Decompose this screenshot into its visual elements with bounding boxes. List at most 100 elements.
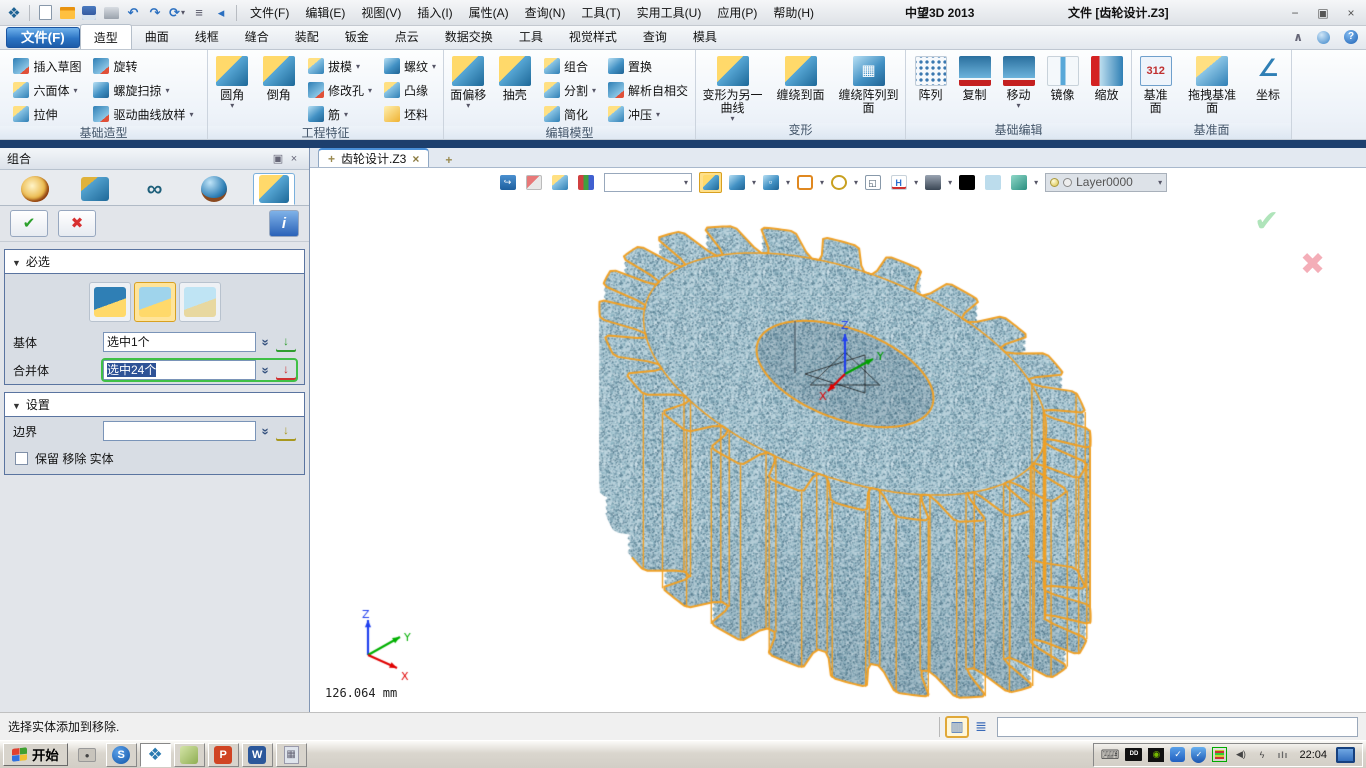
menu-inquire[interactable]: 查询(N) [517,1,574,24]
dropdown-arrow-icon[interactable]: ▾ [820,178,824,187]
ribbon-item-wrap-to-face[interactable]: 缠绕到面 [768,54,834,102]
dropdown-arrow-icon[interactable]: ▾ [230,102,234,110]
ribbon-item-thread[interactable]: 螺纹▾ [382,54,438,78]
ribbon-item-wrap-array[interactable]: ▦缠绕阵列到面 [836,54,902,115]
nvidia-icon[interactable]: ◉ [1148,748,1164,762]
menu-file[interactable]: 文件(F) [242,1,297,24]
ribbon-item-insert-sketch[interactable]: 插入草图 [11,54,83,78]
ribbon-item-flange[interactable]: 凸缘 [382,78,438,102]
dropdown-arrow-icon[interactable]: ▾ [356,62,360,71]
close-icon[interactable]: × [1342,6,1360,20]
ok-button[interactable]: ✔ [10,210,48,237]
panel-close-icon[interactable]: × [286,153,302,165]
ribbon-item-replace[interactable]: 置换 [606,54,690,78]
new-file-icon[interactable] [35,4,55,22]
base-field[interactable]: 选中1个 [103,332,256,352]
measure-width-icon[interactable]: H [887,172,910,193]
style-icon[interactable] [1317,31,1330,44]
calculator-button[interactable]: ▦ [276,743,307,767]
command-input[interactable] [997,717,1358,737]
open-file-icon[interactable] [57,4,77,22]
required-section-header[interactable]: ▼必选 [5,250,304,274]
settings-section-header[interactable]: ▼设置 [5,393,304,417]
ribbon-item-shell[interactable]: 抽壳 [492,54,536,102]
tab-visual-style[interactable]: 视觉样式 [556,24,630,49]
model-canvas[interactable] [310,168,1366,712]
panel-tab-render[interactable] [193,173,235,205]
tab-data-exchange[interactable]: 数据交换 [432,24,506,49]
start-button[interactable]: 开始 [3,743,68,766]
regen-icon[interactable] [548,172,571,193]
ribbon-item-pattern[interactable]: 阵列 [910,54,952,102]
expand-chevron-icon[interactable]: » [259,424,274,438]
dropdown-arrow-icon[interactable]: ▾ [948,178,952,187]
menu-view[interactable]: 视图(V) [353,1,409,24]
ribbon-item-punch[interactable]: 冲压▾ [606,102,690,126]
dropdown-arrow-icon[interactable]: ▾ [368,86,372,95]
zw3d-button[interactable]: ❖ [140,743,171,767]
merge-field[interactable]: 选中24个 [103,360,256,380]
dropdown-arrow-icon[interactable]: ▾ [592,86,596,95]
panel-tab-feature[interactable] [74,173,116,205]
dropdown-arrow-icon[interactable]: ▾ [730,115,734,123]
network-icon[interactable]: ılı [1275,747,1290,763]
tab-sheet-metal[interactable]: 钣金 [332,24,382,49]
dropdown-arrow-icon[interactable]: ▾ [854,178,858,187]
ribbon-item-csys[interactable]: ∠坐标 [1247,54,1289,102]
command-log-icon[interactable]: ≣ [969,716,993,738]
ribbon-item-draft[interactable]: 拔模▾ [306,54,374,78]
toolbar-options-icon[interactable]: ≡ [189,4,209,22]
collapse-ribbon-icon[interactable]: ∧ [1293,30,1303,44]
menu-tools[interactable]: 工具(T) [573,1,628,24]
print-icon[interactable] [101,4,121,22]
word-button[interactable]: W [242,743,273,767]
ribbon-item-rib[interactable]: 筋▾ [306,102,374,126]
ribbon-item-extrude[interactable]: 拉伸 [11,102,83,126]
floating-cancel-icon[interactable]: ✖ [1300,247,1325,282]
undo-icon[interactable]: ↶ [123,4,143,22]
monitor-icon[interactable] [921,172,944,193]
ribbon-item-box[interactable]: 六面体▾ [11,78,83,102]
color-filter-icon[interactable] [574,172,597,193]
dropdown-arrow-icon[interactable]: ▾ [656,110,660,119]
ribbon-item-simplify[interactable]: 简化 [542,102,598,126]
ribbon-item-move[interactable]: 移动▾ [998,54,1040,110]
save-file-icon[interactable] [79,4,99,22]
tab-mold[interactable]: 模具 [680,24,730,49]
menu-applications[interactable]: 应用(P) [709,1,765,24]
ribbon-item-divide[interactable]: 分割▾ [542,78,598,102]
panel-tab-solid[interactable] [253,173,295,205]
dropdown-arrow-icon[interactable]: ▾ [786,178,790,187]
volume-icon[interactable]: ◀) [1233,747,1248,763]
boundary-field[interactable] [103,421,256,441]
dropdown-arrow-icon[interactable]: ▾ [1016,102,1020,110]
menu-insert[interactable]: 插入(I) [409,1,460,24]
capture-button[interactable]: ● [72,743,103,767]
cancel-button[interactable]: ✖ [58,210,96,237]
dropdown-arrow-icon[interactable]: ▾ [166,86,170,95]
restore-icon[interactable]: ▣ [1314,6,1332,20]
intersect-mode-button[interactable] [179,282,221,322]
ribbon-item-datum-plane[interactable]: 312基准面 [1134,54,1177,115]
view-combo[interactable]: ▾ [604,173,692,192]
panel-tab-visualize[interactable]: ∞ [134,173,176,205]
tab-point-cloud[interactable]: 点云 [382,24,432,49]
browser-button[interactable]: S [106,743,137,767]
dropdown-arrow-icon[interactable]: ▾ [914,178,918,187]
ribbon-item-stock[interactable]: 坯料 [382,102,438,126]
tab-surface[interactable]: 曲面 [132,24,182,49]
document-tab[interactable]: + 齿轮设计.Z3 × [318,148,429,167]
minimize-icon[interactable]: − [1286,6,1304,20]
base-pick-arrow-icon[interactable]: ↓ [276,332,296,352]
tab-wireframe[interactable]: 线框 [182,24,232,49]
menu-edit[interactable]: 编辑(E) [297,1,353,24]
tab-assembly[interactable]: 装配 [282,24,332,49]
tab-sew[interactable]: 缝合 [232,24,282,49]
shaded-display-icon[interactable] [725,172,748,193]
ribbon-item-scale[interactable]: 缩放 [1086,54,1128,102]
ribbon-item-helix-sweep[interactable]: 螺旋扫掠▾ [91,78,195,102]
menu-utilities[interactable]: 实用工具(U) [629,1,710,24]
blue-swatch[interactable] [981,172,1004,193]
panel-tab-history[interactable] [14,173,56,205]
wireframe-display-icon[interactable] [793,172,816,193]
